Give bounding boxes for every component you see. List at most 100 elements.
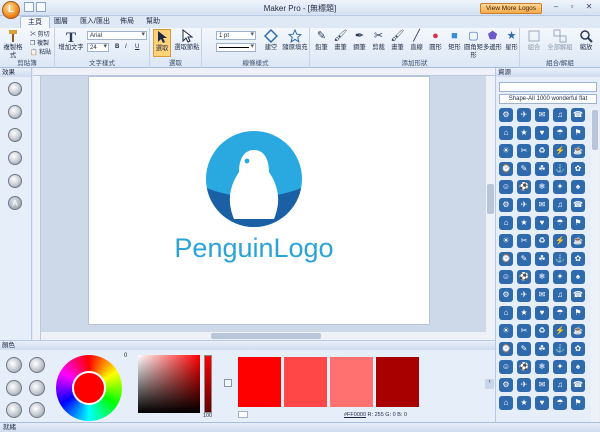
color-panel-toggle[interactable]: [224, 379, 232, 387]
library-icon[interactable]: ⚽: [517, 180, 531, 194]
line-tool-button[interactable]: ╱ 直線: [407, 29, 426, 52]
library-scrollbar[interactable]: [591, 108, 599, 422]
swatch-menu-button[interactable]: [238, 411, 248, 418]
library-icon[interactable]: ♻: [535, 144, 549, 158]
library-icon[interactable]: ☕: [571, 234, 585, 248]
tab-layout[interactable]: 佈局: [116, 16, 138, 28]
cut-tool-button[interactable]: ✂ 剪裁: [369, 29, 388, 52]
library-icon[interactable]: ✉: [535, 288, 549, 302]
library-icon[interactable]: ❄: [535, 360, 549, 374]
horizontal-scroll-thumb[interactable]: [211, 333, 321, 339]
library-icon[interactable]: ♫: [553, 108, 567, 122]
library-icon[interactable]: ★: [517, 216, 531, 230]
effect-preset-3[interactable]: [8, 128, 22, 142]
library-icon[interactable]: ♫: [553, 378, 567, 392]
tab-import-export[interactable]: 匯入/匯出: [76, 16, 114, 28]
library-icon[interactable]: ⌂: [499, 306, 513, 320]
library-icon[interactable]: ⚑: [571, 396, 585, 410]
right-panel-toggle[interactable]: ›: [485, 379, 494, 389]
select-button[interactable]: 選取: [153, 29, 171, 57]
library-icon[interactable]: ♫: [553, 288, 567, 302]
vertical-scroll-thumb[interactable]: [487, 184, 494, 214]
color-style-4[interactable]: [29, 380, 45, 396]
effect-preset-2[interactable]: [8, 105, 22, 119]
line-dash-select[interactable]: [216, 43, 256, 52]
library-icon[interactable]: ⌚: [499, 162, 513, 176]
library-icon[interactable]: ☺: [499, 360, 513, 374]
library-icon[interactable]: ☀: [499, 234, 513, 248]
zoom-button[interactable]: 縮放: [574, 29, 598, 52]
library-icon[interactable]: ⚑: [571, 216, 585, 230]
library-icon[interactable]: ✎: [517, 252, 531, 266]
design-page[interactable]: PenguinLogo: [88, 76, 430, 325]
library-icon[interactable]: ⚙: [499, 288, 513, 302]
library-icon[interactable]: ❄: [535, 180, 549, 194]
library-icon[interactable]: ⌂: [499, 216, 513, 230]
library-icon[interactable]: ✉: [535, 108, 549, 122]
underline-button[interactable]: U: [135, 44, 139, 50]
library-icon[interactable]: ☺: [499, 180, 513, 194]
logo-text[interactable]: PenguinLogo: [174, 233, 333, 263]
copy-button[interactable]: ❐ 複製: [30, 38, 49, 47]
effect-text-icon[interactable]: A: [8, 196, 22, 210]
brush-tool-button[interactable]: 🖌 畫筆: [331, 29, 350, 52]
library-icon[interactable]: ⚡: [553, 144, 567, 158]
library-icon[interactable]: ⌂: [499, 396, 513, 410]
library-icon[interactable]: ⌚: [499, 252, 513, 266]
library-icon[interactable]: ☀: [499, 324, 513, 338]
saturation-picker[interactable]: [138, 355, 200, 413]
minimize-button[interactable]: –: [549, 2, 563, 13]
tab-layers[interactable]: 圖層: [52, 16, 70, 28]
library-scroll-thumb[interactable]: [592, 110, 598, 150]
library-icon[interactable]: ♠: [571, 180, 585, 194]
penguin-logo[interactable]: PenguinLogo: [89, 77, 431, 326]
library-icon[interactable]: ✿: [571, 252, 585, 266]
library-icon[interactable]: ★: [517, 126, 531, 140]
library-icon[interactable]: ⚑: [571, 306, 585, 320]
ellipse-tool-button[interactable]: ● 圓形: [426, 29, 445, 52]
cut-button[interactable]: ✂ 剪切: [30, 29, 50, 38]
color-style-2[interactable]: [29, 357, 45, 373]
library-icon[interactable]: ☎: [571, 378, 585, 392]
random-fill-button[interactable]: 隨原填充: [282, 29, 308, 52]
brightness-slider[interactable]: [204, 355, 212, 413]
color-style-1[interactable]: [6, 357, 22, 373]
library-icon[interactable]: ✦: [553, 360, 567, 374]
format-painter-button[interactable]: 複製格式: [2, 29, 24, 60]
select-node-button[interactable]: 選取節點: [174, 29, 200, 52]
library-icon[interactable]: ⚓: [553, 162, 567, 176]
library-icon[interactable]: ♥: [535, 126, 549, 140]
library-icon[interactable]: ✂: [517, 324, 531, 338]
library-icon[interactable]: ✈: [517, 288, 531, 302]
line-width-select[interactable]: 1 pt: [216, 31, 256, 40]
library-icon[interactable]: ⚙: [499, 378, 513, 392]
library-icon[interactable]: ⌂: [499, 126, 513, 140]
library-icon[interactable]: ✿: [571, 162, 585, 176]
effect-preset-1[interactable]: [8, 82, 22, 96]
library-icon[interactable]: ✈: [517, 108, 531, 122]
color-swatch[interactable]: [284, 357, 327, 407]
library-icon[interactable]: ⚑: [571, 126, 585, 140]
paintbrush-tool-button[interactable]: 🖌 畫筆: [388, 29, 407, 52]
library-icon[interactable]: ♠: [571, 270, 585, 284]
library-icon[interactable]: ❄: [535, 270, 549, 284]
library-icon[interactable]: ♠: [571, 360, 585, 374]
library-icon[interactable]: ☂: [553, 216, 567, 230]
undo-icon[interactable]: [36, 2, 46, 12]
library-icon[interactable]: ✈: [517, 378, 531, 392]
color-style-3[interactable]: [6, 380, 22, 396]
library-icon[interactable]: ♻: [535, 324, 549, 338]
library-icon[interactable]: ✎: [517, 162, 531, 176]
bold-button[interactable]: B: [115, 44, 119, 50]
color-wheel[interactable]: [56, 355, 122, 421]
library-icon[interactable]: ✉: [535, 198, 549, 212]
library-icon[interactable]: ⚡: [553, 234, 567, 248]
library-icon[interactable]: ⚙: [499, 198, 513, 212]
view-more-logos-button[interactable]: View More Logos: [480, 3, 542, 14]
library-icon[interactable]: ✦: [553, 270, 567, 284]
star-tool-button[interactable]: ★ 星形: [502, 29, 521, 52]
library-icon[interactable]: ☘: [535, 342, 549, 356]
tab-help[interactable]: 幫助: [142, 16, 164, 28]
close-button[interactable]: ✕: [582, 2, 596, 13]
library-icon[interactable]: ★: [517, 396, 531, 410]
